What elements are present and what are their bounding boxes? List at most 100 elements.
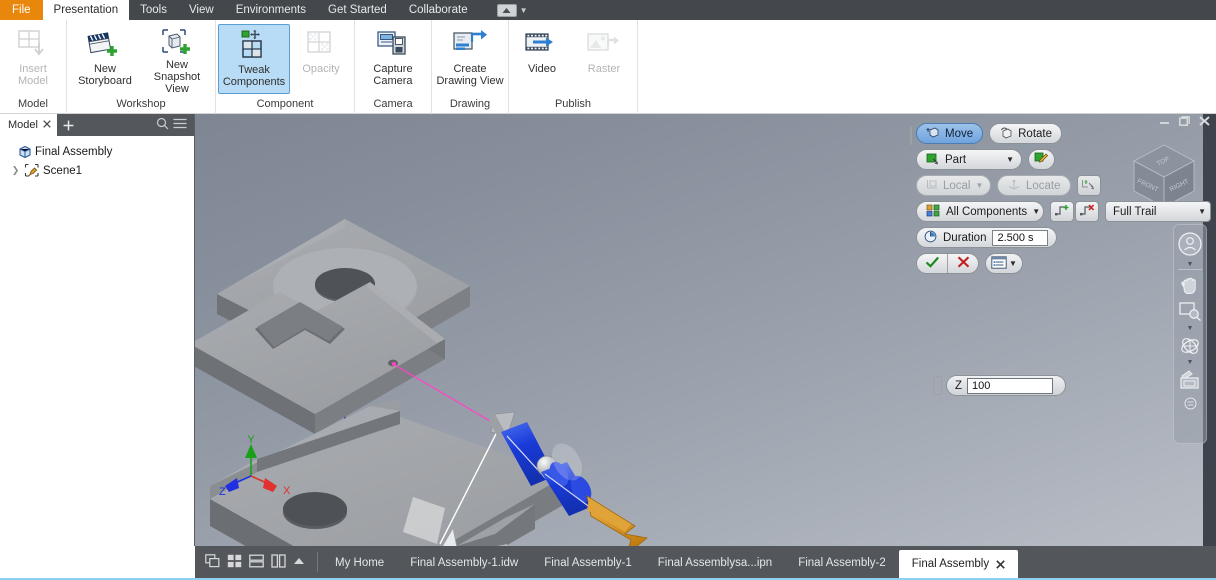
document-tab-2[interactable]: Final Assembly-1 [531, 548, 645, 578]
tweak-components-label: Tweak Components [222, 64, 286, 88]
document-tab-1[interactable]: Final Assembly-1.idw [397, 548, 531, 578]
search-icon[interactable] [156, 117, 169, 133]
expand-up-icon[interactable] [293, 555, 305, 570]
edit-button[interactable] [1028, 149, 1055, 170]
tile-grid-icon[interactable] [227, 554, 242, 571]
create-drawing-view-button[interactable]: Create Drawing View [434, 24, 506, 94]
ribbon-collapse-icon[interactable] [496, 3, 517, 17]
tile-horizontal-icon[interactable] [249, 554, 264, 571]
trail-mode-dropdown[interactable]: Full Trail ▼ [1105, 201, 1211, 222]
document-tab-5[interactable]: Final Assembly [898, 550, 1019, 578]
zoom-window-icon[interactable] [1175, 298, 1205, 325]
part-scope-dropdown[interactable]: Part ▼ [916, 149, 1022, 170]
all-components-dropdown[interactable]: All Components ▼ [916, 201, 1044, 222]
hamburger-menu-icon[interactable] [173, 118, 187, 132]
z-input-group: Z 100 [946, 375, 1067, 396]
menu-file[interactable]: File [0, 0, 43, 20]
opacity-label: Opacity [302, 63, 340, 75]
move-button[interactable]: Move [916, 123, 984, 144]
tree-item-final-assembly[interactable]: Final Assembly [4, 142, 194, 161]
tweak-components-button[interactable]: Tweak Components [218, 24, 290, 94]
z-value-widget: Z 100 [933, 375, 1067, 396]
local-coordinate-label: Local [943, 179, 971, 192]
ribbon-tab-tools[interactable]: Tools [129, 0, 178, 20]
ok-button[interactable] [917, 254, 947, 273]
close-button[interactable] [1199, 116, 1210, 126]
chevron-down-icon[interactable]: ▼ [1187, 325, 1194, 332]
document-tab-label: Final Assembly-2 [798, 557, 886, 569]
new-snapshot-view-button[interactable]: New Snapshot View [141, 24, 213, 95]
z-drag-grip[interactable] [933, 376, 942, 395]
ribbon-tab-get-started[interactable]: Get Started [317, 0, 398, 20]
add-trail-button[interactable] [1050, 201, 1074, 222]
local-coordinate-icon [926, 178, 939, 193]
browser-tab-model[interactable]: Model [0, 114, 57, 136]
ribbon-tab-environments[interactable]: Environments [225, 0, 317, 20]
z-input[interactable]: 100 [967, 377, 1054, 394]
tree-item-label: Final Assembly [35, 145, 113, 158]
minimize-button[interactable] [1159, 116, 1170, 126]
tweak-components-icon [237, 28, 271, 62]
confirm-button-group [916, 253, 979, 274]
close-icon[interactable] [43, 119, 51, 131]
navbar-options-icon[interactable] [1175, 394, 1205, 412]
ribbon-tab-presentation[interactable]: Presentation [42, 0, 130, 20]
expander-chevron-icon[interactable]: ❯ [10, 165, 21, 176]
all-components-label: All Components [946, 205, 1028, 218]
capture-camera-button[interactable]: Capture Camera [357, 24, 429, 94]
cancel-button[interactable] [948, 254, 978, 273]
drag-grip[interactable] [910, 126, 912, 145]
ribbon-group-title: Model [18, 98, 48, 110]
tile-vertical-icon[interactable] [271, 553, 286, 571]
pan-hand-icon[interactable] [1175, 271, 1205, 298]
move-label: Move [945, 127, 974, 140]
chevron-down-icon[interactable]: ▼ [520, 6, 528, 15]
duration-input[interactable]: 2.500 s [992, 229, 1049, 246]
duration-clock-icon [924, 230, 937, 246]
document-tab-label: Final Assemblysa...ipn [657, 557, 773, 569]
tweak-mini-toolbar: Move Rotate Part ▼ Local ▼ Locate All Co… [910, 123, 1211, 274]
close-icon[interactable] [996, 559, 1005, 569]
chevron-down-icon[interactable]: ▼ [1009, 259, 1017, 268]
ribbon-group-title: Workshop [116, 98, 166, 110]
document-tab-4[interactable]: Final Assembly-2 [785, 548, 899, 578]
scope-row: Part ▼ [916, 149, 1211, 170]
ribbon-tab-collaborate[interactable]: Collaborate [398, 0, 479, 20]
ribbon-group-workshop: New Storyboard New Snapshot View Workshop [67, 20, 216, 114]
document-tab-label: Final Assembly-1.idw [410, 557, 519, 569]
document-tab-label: Final Assembly-1 [544, 557, 632, 569]
duration-control[interactable]: Duration 2.500 s [916, 227, 1058, 248]
raster-label: Raster [587, 63, 621, 75]
remove-trail-button[interactable] [1075, 201, 1099, 222]
ribbon-collapse-group: ▼ [496, 0, 528, 20]
document-tab-3[interactable]: Final Assemblysa...ipn [645, 548, 785, 578]
ribbon-group-component: Tweak Components Opacity Component [216, 20, 355, 114]
video-button[interactable]: Video [511, 24, 573, 94]
locate-pick-button[interactable] [1076, 175, 1101, 196]
locate-button[interactable]: Locate [997, 175, 1071, 196]
opacity-icon [305, 27, 337, 61]
document-tab-0[interactable]: My Home [322, 548, 397, 578]
remove-trail-icon [1079, 203, 1095, 220]
chevron-down-icon[interactable]: ▼ [976, 181, 984, 190]
chevron-down-icon[interactable]: ▼ [1006, 155, 1014, 164]
chevron-down-icon[interactable]: ▼ [1032, 207, 1040, 216]
orbit-icon[interactable] [1175, 332, 1205, 359]
new-storyboard-icon [87, 27, 122, 61]
restore-button[interactable] [1179, 116, 1190, 126]
create-drawing-view-label: Create Drawing View [436, 63, 504, 87]
ribbon-tab-view[interactable]: View [178, 0, 225, 20]
tree-item-label: Scene1 [43, 164, 83, 177]
create-drawing-view-icon [452, 27, 488, 61]
cascade-windows-icon[interactable] [205, 553, 220, 571]
look-at-face-icon[interactable] [1175, 366, 1205, 394]
new-storyboard-button[interactable]: New Storyboard [69, 24, 141, 94]
local-coordinate-dropdown[interactable]: Local ▼ [916, 175, 991, 196]
plus-icon[interactable] [57, 114, 81, 136]
chevron-down-icon[interactable]: ▼ [1198, 207, 1206, 216]
rotate-button[interactable]: Rotate [989, 123, 1063, 144]
part-scope-label: Part [945, 153, 967, 166]
options-button[interactable]: ▼ [985, 253, 1023, 274]
tree-item-scene1[interactable]: ❯ Scene1 [4, 161, 194, 180]
chevron-down-icon[interactable]: ▼ [1187, 359, 1194, 366]
